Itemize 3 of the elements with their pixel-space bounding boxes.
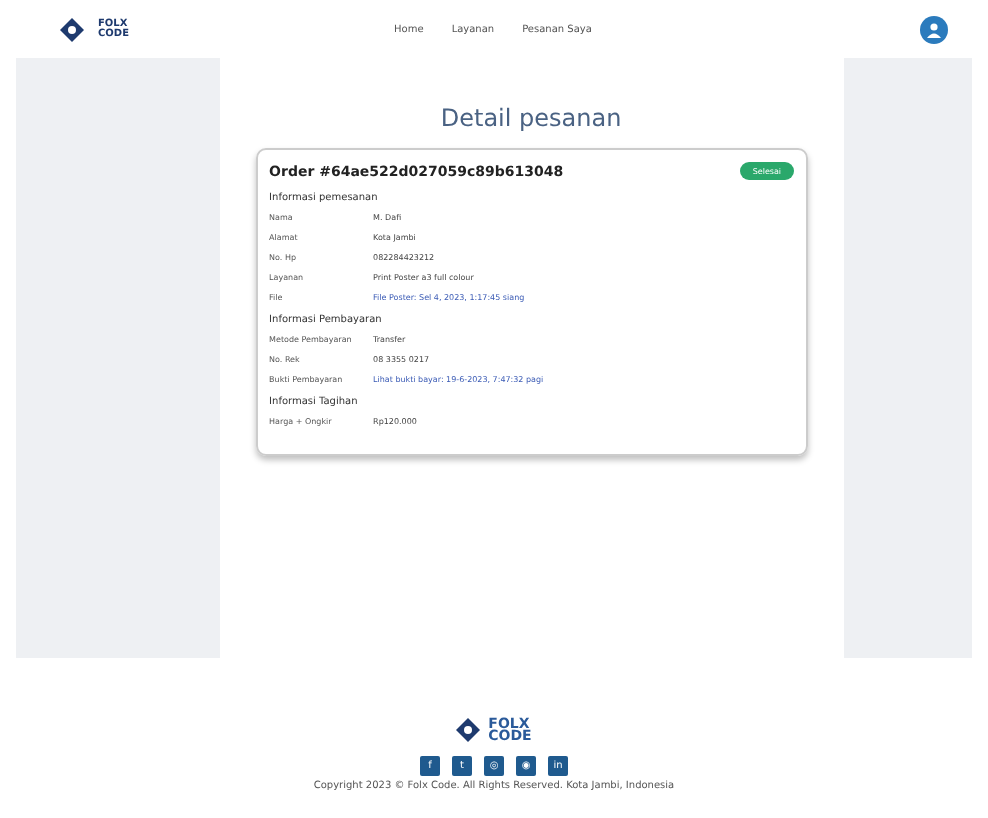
page-title: Detail pesanan: [440, 104, 622, 132]
user-avatar-icon[interactable]: [919, 15, 948, 43]
diamond-logo-icon: [456, 718, 485, 743]
